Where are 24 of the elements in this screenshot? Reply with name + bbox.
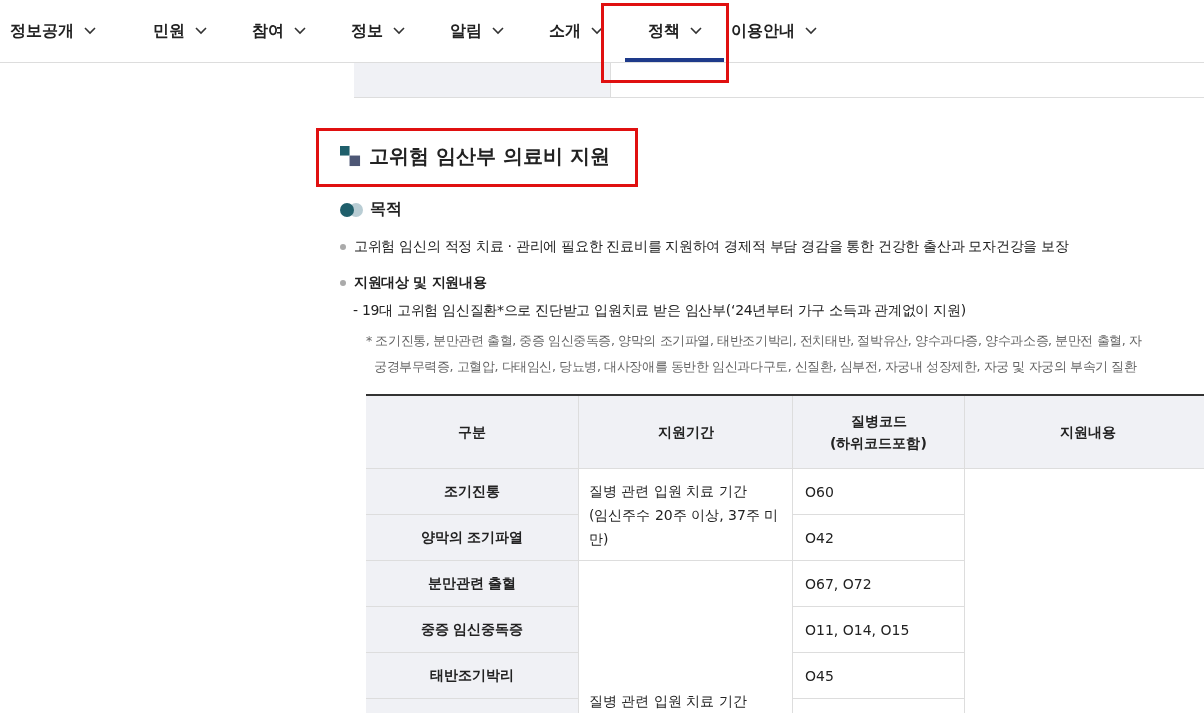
table-cell: O60 [792,468,965,515]
nav-menu-item[interactable]: 정보공개 [0,0,130,62]
table-cell: 태반조기박리 [366,652,579,699]
table-cell: 양막의 조기파열 [366,514,579,561]
column-header: 지원내용 [964,395,1204,469]
nav-menu-item[interactable]: 소개 [526,0,625,62]
bullet-text: 지원대상 및 지원내용 [354,274,487,292]
column-header: 구분 [366,395,579,469]
table-cell: 조기진통 [366,468,579,515]
column-header: 지원기간 [578,395,793,469]
subsection-heading: 목적 [370,199,402,220]
bullet-text: 고위험 임신의 적정 치료 · 관리에 필요한 진료비를 지원하여 경제적 부담 경감을 통한 건강한 출산과 모자건강을 보장 [354,238,1069,256]
column-header: 질병코드 (하위코드포함) [792,395,965,469]
table-cell: 분만관련 출혈 [366,560,579,607]
nav-menu-item[interactable]: 민원 [130,0,229,62]
section-heading: 고위험 임산부 의료비 지원 [369,143,610,170]
nav-menu-item[interactable]: 정보 [328,0,427,62]
nav-menu-item[interactable]: 이용안내 [724,0,823,62]
list-item-text: - 19대 고위험 임신질환*으로 진단받고 입원치료 받은 임산부(‘24년부터 가구 소득과 관계없이 지원) [353,302,967,320]
nav-menu-item[interactable]: 정책 [625,0,724,62]
footnote-text: * 조기진통, 분만관련 출혈, 중증 임신중독증, 양막의 조기파열, 태반조기박리, 전치태반, 절박유산, 양수과다증, 양수과소증, 분만전 출혈, 자궁경부무력증, 고혈압, 다태임신, 당뇨병, 대사장애를 동반한 임신과다구토, 신질환, 심부전, 자궁내 성장제한, 자궁 및 자궁의 부속기 질환 [366,332,1143,376]
nav-menu-item[interactable]: 알림 [427,0,526,62]
table-cell: 중증 임신중독증 [366,606,579,653]
nav-menu-item[interactable]: 참여 [229,0,328,62]
